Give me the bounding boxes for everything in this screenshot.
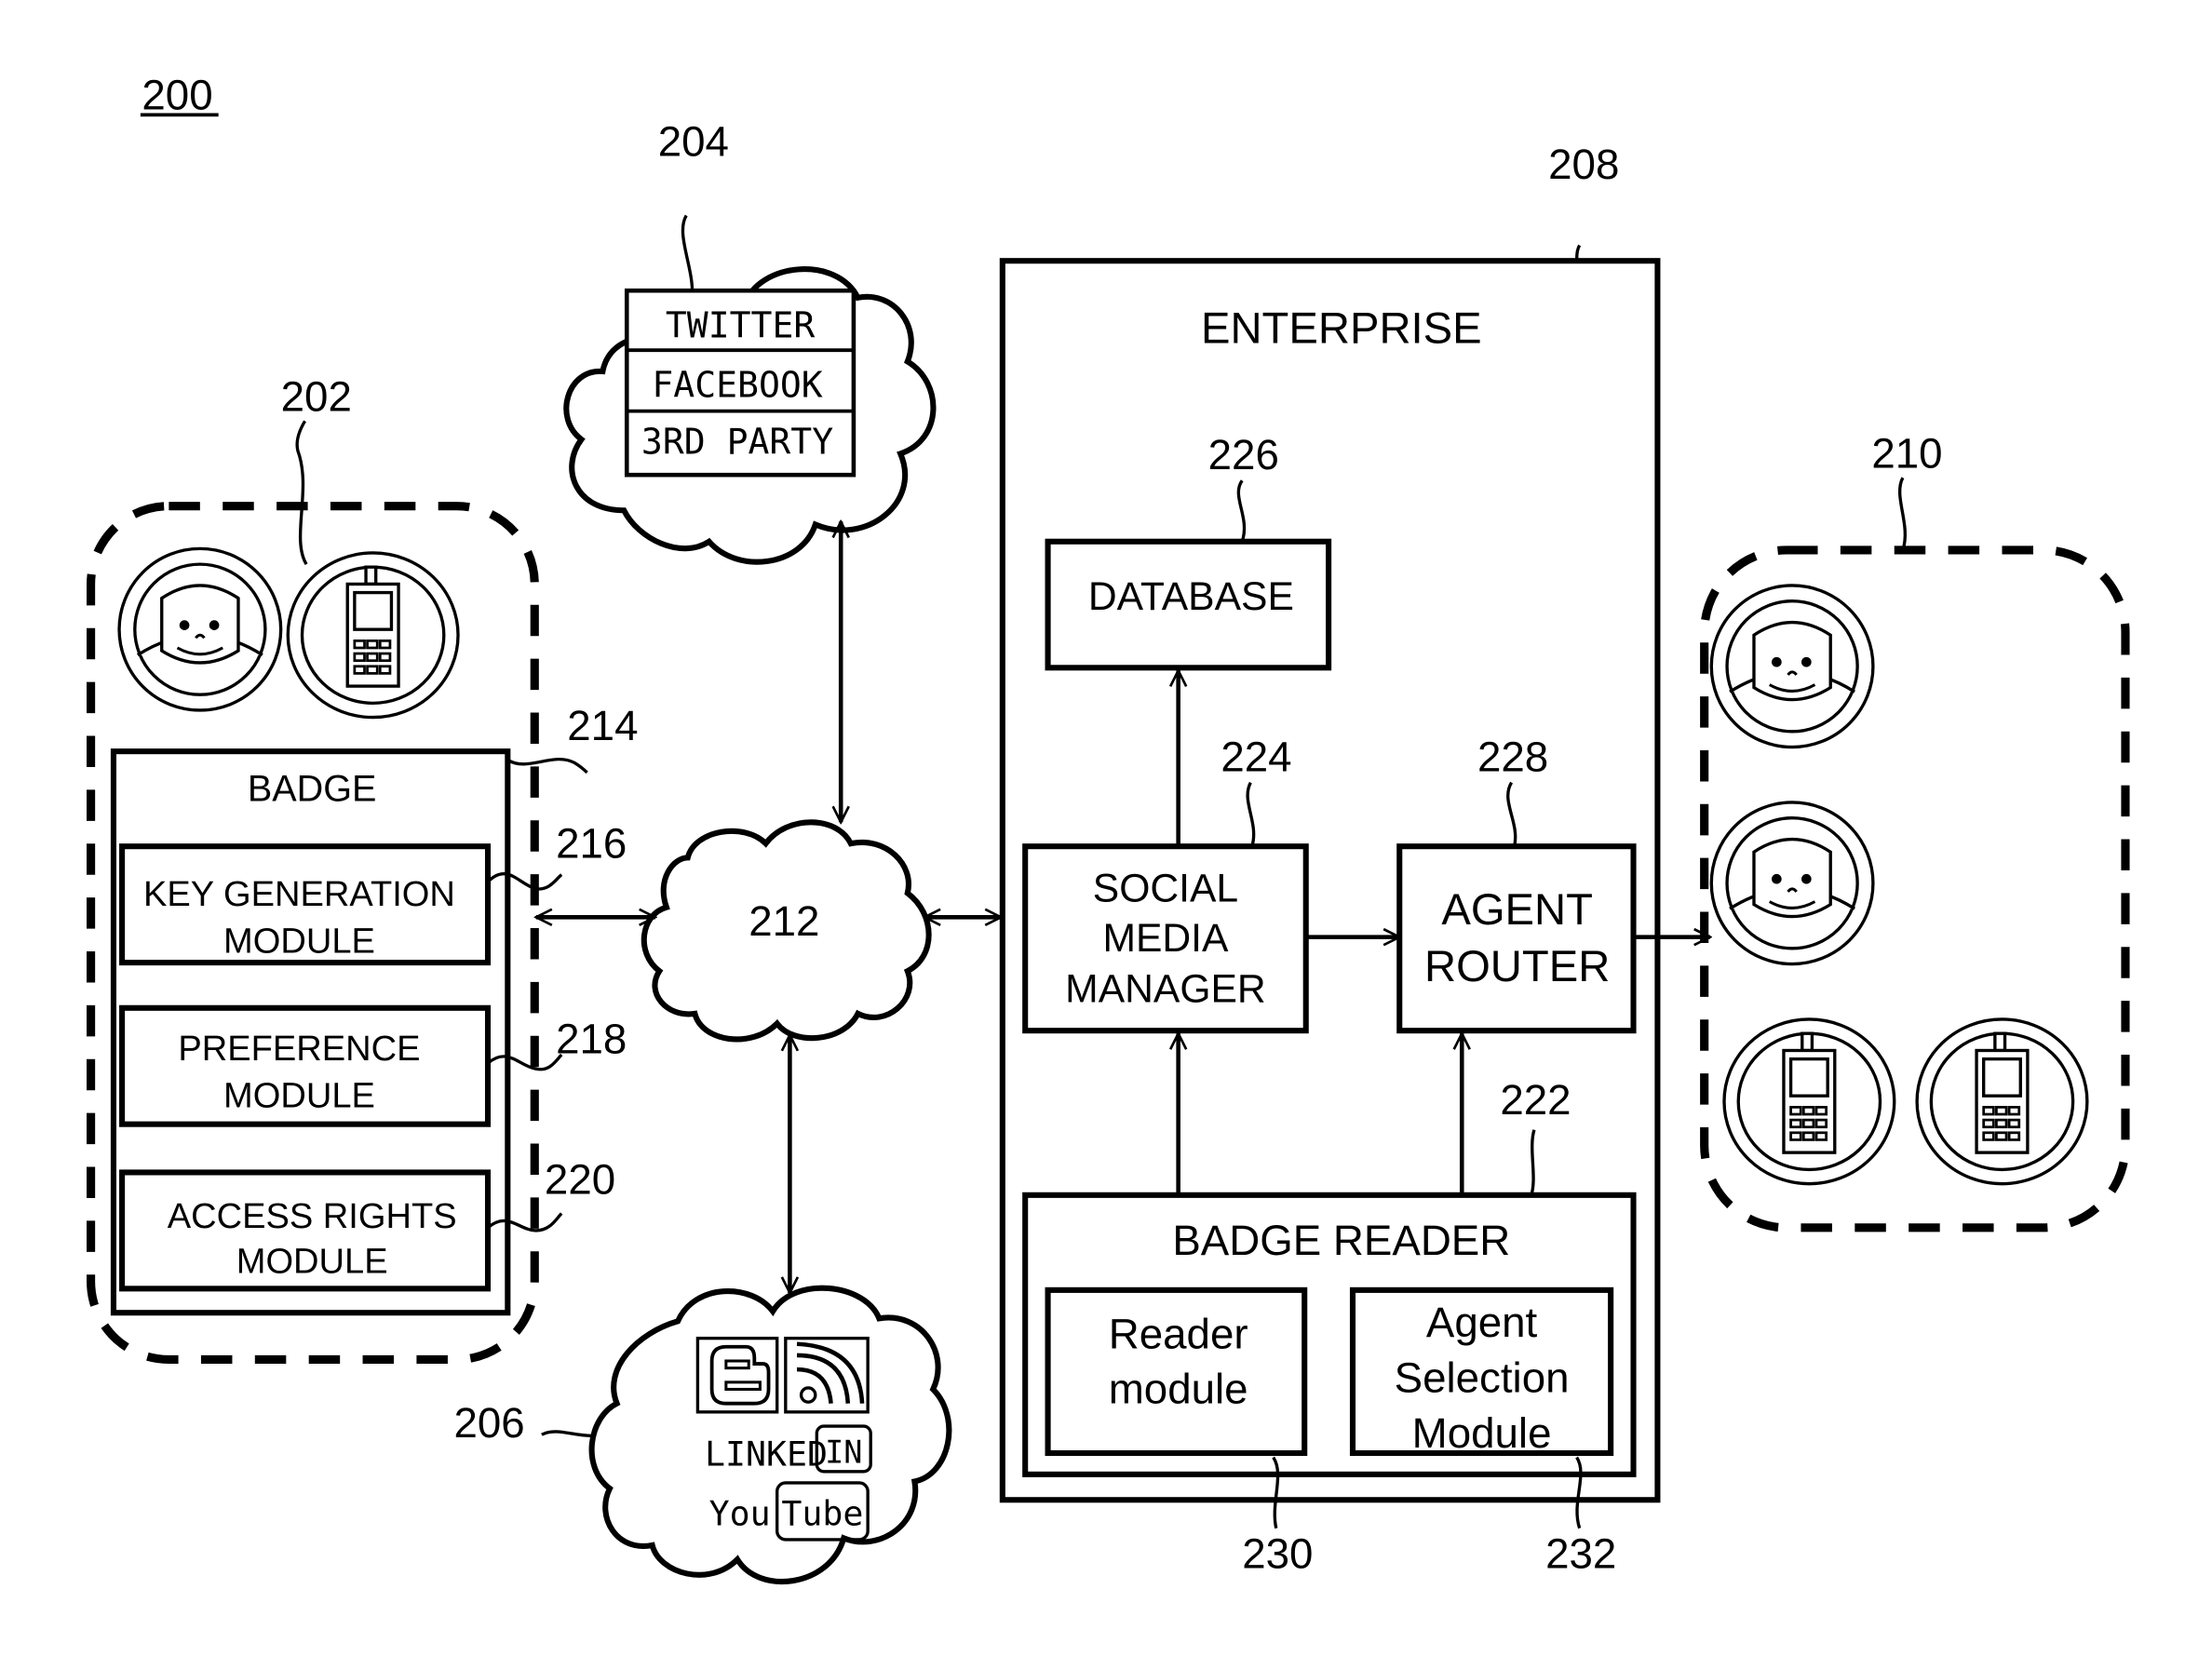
youtube-text: You	[709, 1494, 771, 1534]
leader-222	[1530, 1129, 1536, 1196]
ref-222: 222	[1500, 1076, 1571, 1124]
ref-228: 228	[1477, 733, 1548, 780]
ref-216: 216	[556, 819, 627, 867]
agent-router-line1: AGENT	[1441, 885, 1593, 935]
reader-module-line2: module	[1109, 1366, 1248, 1413]
blogger-icon	[695, 1336, 779, 1414]
leader-204	[681, 214, 695, 298]
agent-router-line2: ROUTER	[1424, 942, 1610, 991]
youtube-badge-text: Tube	[781, 1494, 863, 1534]
ref-208: 208	[1548, 141, 1619, 188]
leader-210	[1897, 477, 1908, 551]
smm-line1: SOCIAL	[1093, 867, 1238, 911]
agent-selection-line3: Module	[1412, 1409, 1552, 1457]
leader-202	[295, 420, 308, 565]
mobile-phone-icon	[286, 551, 460, 720]
agent-selection-line1: Agent	[1426, 1299, 1538, 1346]
ref-230: 230	[1242, 1529, 1313, 1577]
ref-202: 202	[281, 373, 352, 421]
badge-reader-title: BADGE READER	[1172, 1217, 1510, 1264]
ref-212: 212	[749, 897, 819, 945]
ref-204: 204	[658, 118, 729, 166]
ref-214: 214	[567, 702, 638, 749]
agent-person-icon-2	[1709, 801, 1875, 966]
system-diagram: 200 202 BADGE KEY GENERATION MODULE PREF…	[87, 71, 2130, 1585]
ref-206: 206	[453, 1399, 524, 1447]
agent-person-icon-1	[1709, 584, 1875, 749]
agent-router-box	[1396, 843, 1637, 1034]
ref-232: 232	[1545, 1529, 1616, 1577]
svg-text:PREFERENCE: PREFERENCE	[178, 1030, 420, 1069]
ref-210: 210	[1871, 430, 1942, 478]
agents-group: 210	[1700, 430, 2130, 1232]
rss-icon	[784, 1336, 870, 1414]
ref-224: 224	[1221, 733, 1291, 780]
network-cloud: 212	[641, 819, 932, 1043]
social-network-cloud-top: 204 TWITTER FACEBOOK 3RD PARTY	[563, 118, 937, 565]
svg-text:ACCESS RIGHTS: ACCESS RIGHTS	[168, 1197, 457, 1236]
svg-text:KEY GENERATION: KEY GENERATION	[143, 875, 455, 914]
person-icon	[117, 546, 283, 712]
ref-220: 220	[545, 1155, 615, 1203]
enterprise-title: ENTERPRISE	[1201, 304, 1482, 354]
svg-text:MODULE: MODULE	[236, 1243, 388, 1282]
svg-text:MODULE: MODULE	[223, 922, 375, 961]
badge-title: BADGE	[248, 768, 377, 809]
enterprise-group: 208 ENTERPRISE 226 DATABASE 224 SOCIAL M…	[999, 141, 1661, 1577]
smm-line2: MEDIA	[1102, 916, 1229, 961]
agent-selection-line2: Selection	[1395, 1354, 1570, 1402]
leader-214	[506, 757, 588, 774]
agent-phone-icon-1	[1722, 1017, 1896, 1186]
linkedin-text: LINKED	[705, 1434, 828, 1475]
service-facebook: FACEBOOK	[652, 364, 822, 405]
smm-line3: MANAGER	[1065, 967, 1266, 1012]
ref-226: 226	[1208, 431, 1279, 478]
social-network-cloud-bottom: 206 LINKED IN You Tube	[453, 1285, 952, 1585]
database-label: DATABASE	[1088, 574, 1294, 619]
preference-module: PREFERENCE MODULE	[119, 1004, 492, 1127]
key-generation-module: KEY GENERATION MODULE	[119, 843, 492, 966]
badge-holder-group: 202 BADGE KEY GENERATION MODULE PREFEREN…	[87, 373, 638, 1365]
ref-218: 218	[556, 1016, 627, 1063]
reader-module-line1: Reader	[1109, 1310, 1248, 1357]
figure-number: 200	[142, 71, 212, 118]
svg-text:MODULE: MODULE	[223, 1076, 375, 1115]
access-rights-module: ACCESS RIGHTS MODULE	[119, 1169, 492, 1292]
agent-phone-icon-2	[1915, 1017, 2089, 1186]
service-twitter: TWITTER	[666, 304, 815, 345]
linkedin-badge-text: IN	[825, 1434, 862, 1471]
service-3rd-party: 3RD PARTY	[641, 421, 833, 462]
